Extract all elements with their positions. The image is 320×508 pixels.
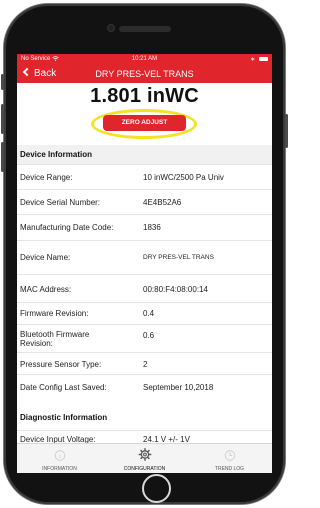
diagnostic-info-header: Diagnostic Information xyxy=(17,408,272,427)
info-row: Firmware Revision: 0.4 xyxy=(17,302,272,324)
info-row-label: Device Name: xyxy=(20,253,71,262)
gear-icon xyxy=(138,448,151,466)
info-row: Device Name: DRY PRES-VEL TRANS xyxy=(17,240,272,274)
info-row: Date Config Last Saved: September 10,201… xyxy=(17,374,272,400)
app-screen: No Service 10:21 AM ∗ Back DRY PRES-VEL … xyxy=(17,54,272,473)
zero-adjust-button[interactable]: ZERO ADJUST xyxy=(103,115,186,131)
info-row: Bluetooth Firmware Revision: 0.6 xyxy=(17,324,272,352)
status-bar: No Service 10:21 AM ∗ xyxy=(17,54,272,64)
status-right: ∗ xyxy=(250,56,268,63)
info-row-value: DRY PRES-VEL TRANS xyxy=(143,254,214,261)
info-row: Device Range: 10 inWC/2500 Pa Univ xyxy=(17,164,272,189)
volume-down-button xyxy=(1,142,4,172)
info-row-value: 00:80:F4:08:00:14 xyxy=(143,285,208,294)
tab-trend-log-label: TREND LOG xyxy=(214,466,245,472)
nav-title: DRY PRES-VEL TRANS xyxy=(95,69,194,79)
home-button[interactable] xyxy=(142,474,171,503)
svg-text:i: i xyxy=(59,454,61,460)
info-row-value: 0.6 xyxy=(143,331,155,340)
info-icon: i xyxy=(54,448,65,466)
info-row-label: Firmware Revision: xyxy=(20,309,89,318)
status-time: 10:21 AM xyxy=(131,56,158,62)
navigation-bar: Back DRY PRES-VEL TRANS xyxy=(17,64,272,83)
info-row: MAC Address: 00:80:F4:08:00:14 xyxy=(17,274,272,302)
info-row-label: MAC Address: xyxy=(20,285,72,294)
info-row-value: September 10,2018 xyxy=(143,383,214,392)
clock-icon xyxy=(224,448,235,466)
tab-information[interactable]: i INFORMATION xyxy=(17,444,102,473)
battery-icon xyxy=(259,57,268,62)
info-row: Device Serial Number: 4E4B52A6 xyxy=(17,189,272,214)
info-row-label: Date Config Last Saved: xyxy=(20,383,107,392)
earpiece-speaker xyxy=(119,26,171,32)
info-row-value: 4E4B52A6 xyxy=(143,198,182,207)
power-button xyxy=(285,114,288,148)
pressure-reading: 1.801 inWC xyxy=(90,85,199,107)
info-row-value: 0.4 xyxy=(143,309,155,318)
tab-trend-log[interactable]: TREND LOG xyxy=(187,444,272,473)
mute-switch xyxy=(1,74,4,90)
info-row-value: 10 inWC/2500 Pa Univ xyxy=(143,173,224,182)
tab-information-label: INFORMATION xyxy=(42,466,77,472)
tab-bar: i INFORMATION CONFIGURATION TREND LOG xyxy=(17,443,272,473)
phone-frame: No Service 10:21 AM ∗ Back DRY PRES-VEL … xyxy=(1,4,288,504)
device-info-header: Device Information xyxy=(17,145,272,164)
volume-up-button xyxy=(1,104,4,134)
info-row: Manufacturing Date Code: 1836 xyxy=(17,214,272,240)
info-row-label: Manufacturing Date Code: xyxy=(20,223,114,232)
info-row-value: 1836 xyxy=(143,223,161,232)
info-row-label: Device Range: xyxy=(20,173,73,182)
info-row-label: Pressure Sensor Type: xyxy=(20,360,102,369)
bluetooth-icon: ∗ xyxy=(250,57,256,63)
front-camera xyxy=(107,24,115,32)
info-row-label: Bluetooth Firmware Revision: xyxy=(20,330,90,348)
tab-configuration-label: CONFIGURATION xyxy=(123,466,166,472)
info-row-value: 2 xyxy=(143,360,148,369)
info-row: Pressure Sensor Type: 2 xyxy=(17,352,272,374)
info-row-label: Device Serial Number: xyxy=(20,198,101,207)
tab-configuration[interactable]: CONFIGURATION xyxy=(102,444,187,473)
